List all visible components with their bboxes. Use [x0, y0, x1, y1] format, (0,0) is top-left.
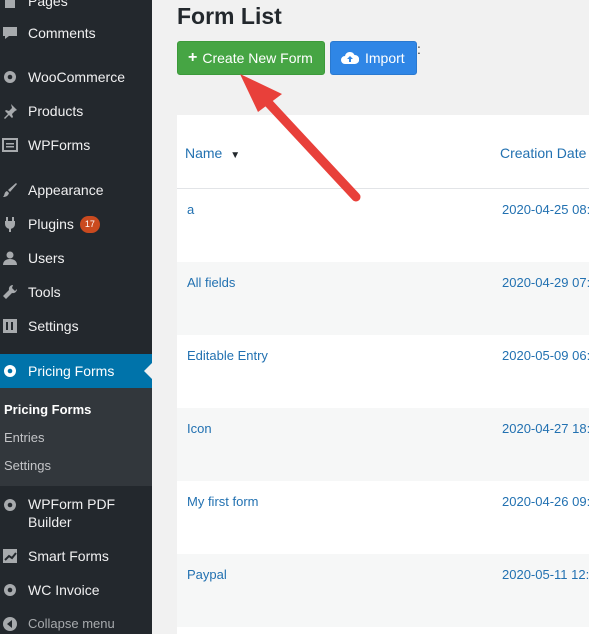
gear-icon	[0, 361, 20, 381]
gear-icon	[0, 67, 20, 87]
plus-icon: +	[188, 49, 198, 66]
cloud-upload-icon	[341, 51, 359, 65]
import-label: Import	[365, 50, 405, 66]
pages-icon	[0, 0, 20, 11]
sidebar-item-label: Appearance	[28, 182, 104, 198]
sidebar-item-label: Pages	[28, 0, 68, 9]
sidebar-item-label: Smart Forms	[28, 548, 109, 564]
form-icon	[0, 135, 20, 155]
sidebar-item-label: Tools	[28, 284, 61, 300]
sidebar-item-pages[interactable]: Pages	[0, 0, 152, 10]
sidebar-item-label-line1: WPForm PDF	[28, 496, 116, 512]
create-new-form-label: Create New Form	[202, 50, 313, 66]
gear-icon	[0, 495, 20, 515]
sidebar-item-label: WC Invoice	[28, 582, 100, 598]
creation-date: 2020-05-09 06:	[502, 348, 589, 363]
column-header-name-label: Name	[185, 145, 223, 161]
comment-icon	[0, 23, 20, 43]
form-name-link[interactable]: a	[187, 202, 194, 217]
table-row: a 2020-04-25 08:	[177, 189, 589, 262]
sidebar-item-label: Pricing Forms	[28, 363, 115, 379]
table-row: Editable Entry 2020-05-09 06:	[177, 335, 589, 408]
sidebar-item-products[interactable]: Products	[0, 101, 152, 121]
submenu-item-settings[interactable]: Settings	[4, 458, 51, 473]
sidebar-item-appearance[interactable]: Appearance	[0, 180, 152, 200]
table-row: Icon 2020-04-27 18:	[177, 408, 589, 481]
sidebar-item-label: Settings	[28, 318, 79, 334]
page-title: Form List	[177, 3, 282, 29]
settings-icon	[0, 316, 20, 336]
sidebar-item-smart-forms[interactable]: Smart Forms	[0, 546, 152, 566]
table-row: My first form 2020-04-26 09:	[177, 481, 589, 554]
chart-icon	[0, 546, 20, 566]
sidebar-item-wc-invoice[interactable]: WC Invoice	[0, 580, 152, 600]
column-header-creation-date[interactable]: Creation Date	[500, 145, 586, 161]
creation-date: 2020-04-29 07:	[502, 275, 589, 290]
creation-date: 2020-05-11 12:	[502, 567, 589, 582]
sidebar-item-label: Comments	[28, 25, 96, 41]
pin-icon	[0, 101, 20, 121]
brush-icon	[0, 180, 20, 200]
creation-date: 2020-04-27 18:	[502, 421, 589, 436]
creation-date: 2020-04-25 08:	[502, 202, 589, 217]
sidebar-item-plugins[interactable]: Plugins 17	[0, 214, 152, 234]
pricing-forms-submenu: Pricing Forms Entries Settings	[0, 388, 152, 486]
creation-date: 2020-04-26 09:	[502, 494, 589, 509]
sidebar-item-woocommerce[interactable]: WooCommerce	[0, 67, 152, 87]
sidebar-item-comments[interactable]: Comments	[0, 23, 152, 43]
sidebar-item-label: Collapse menu	[28, 616, 115, 631]
main-content: Form List + Create New Form Import : Nam…	[152, 0, 589, 634]
form-name-link[interactable]: Editable Entry	[187, 348, 268, 363]
form-name-link[interactable]: Paypal	[187, 567, 227, 582]
sidebar-item-label: WPForm PDF Builder	[28, 495, 115, 531]
sidebar-item-label: WooCommerce	[28, 69, 125, 85]
form-name-link[interactable]: Icon	[187, 421, 212, 436]
column-header-name[interactable]: Name ▼	[185, 145, 240, 161]
form-list-table: Name ▼ Creation Date a 2020-04-25 08: Al…	[177, 115, 589, 634]
collapse-icon	[0, 614, 20, 634]
sort-desc-icon: ▼	[230, 150, 241, 161]
form-name-link[interactable]: All fields	[187, 275, 235, 290]
user-icon	[0, 248, 20, 268]
sidebar-item-label: WPForms	[28, 137, 91, 153]
submenu-item-pricing-forms[interactable]: Pricing Forms	[4, 402, 91, 417]
sidebar-item-label: Plugins	[28, 216, 74, 232]
collapse-menu-button[interactable]: Collapse menu	[0, 614, 152, 634]
admin-sidebar: Pages Comments WooCommerce Products WPFo…	[0, 0, 152, 634]
gear-icon	[0, 580, 20, 600]
form-name-link[interactable]: My first form	[187, 494, 259, 509]
sidebar-item-label: Products	[28, 103, 84, 119]
sidebar-item-users[interactable]: Users	[0, 248, 152, 268]
create-new-form-button[interactable]: + Create New Form	[177, 41, 325, 75]
sidebar-item-label-line2: Builder	[28, 514, 72, 530]
table-row: All fields 2020-04-29 07:	[177, 262, 589, 335]
sidebar-item-pricing-forms[interactable]: Pricing Forms	[0, 354, 152, 388]
sidebar-item-wpform-pdf-builder[interactable]: WPForm PDF Builder	[0, 495, 152, 531]
plugin-icon	[0, 214, 20, 234]
sidebar-item-wpforms[interactable]: WPForms	[0, 135, 152, 155]
sidebar-item-tools[interactable]: Tools	[0, 282, 152, 302]
wrench-icon	[0, 282, 20, 302]
submenu-item-entries[interactable]: Entries	[4, 430, 44, 445]
sidebar-item-label: Users	[28, 250, 65, 266]
update-count-badge: 17	[79, 215, 100, 233]
sidebar-item-settings[interactable]: Settings	[0, 316, 152, 336]
import-button[interactable]: Import	[330, 41, 417, 75]
table-row: Paypal 2020-05-11 12:	[177, 554, 589, 627]
stray-text: :	[417, 41, 421, 57]
